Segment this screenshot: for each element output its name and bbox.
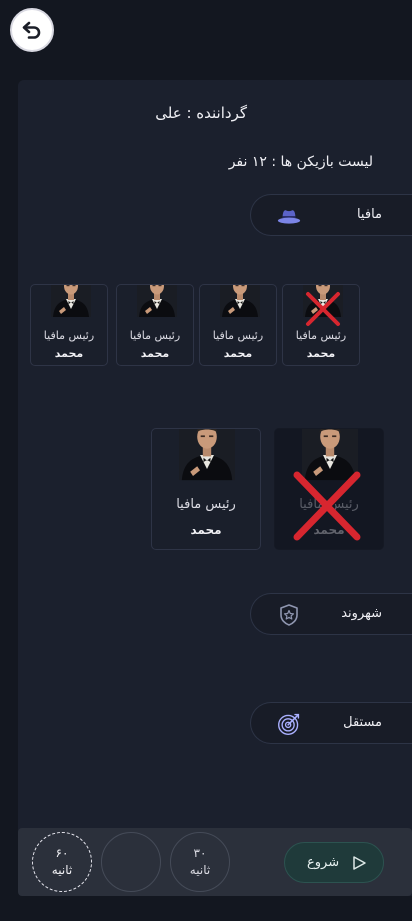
player-role: رئیس مافیا bbox=[295, 329, 347, 342]
mafia-avatar-image bbox=[51, 284, 91, 317]
player-card[interactable]: رئیس مافیا محمد bbox=[151, 428, 261, 550]
player-card[interactable]: رئیس مافیا محمد bbox=[199, 284, 277, 366]
player-role: رئیس مافیا bbox=[129, 329, 181, 342]
timer-empty-button[interactable] bbox=[101, 832, 161, 892]
team-tab-label: شهروند bbox=[341, 606, 382, 621]
player-name: محمد bbox=[140, 347, 170, 360]
eliminated-x-icon bbox=[306, 292, 340, 326]
eliminated-x-icon bbox=[293, 471, 361, 541]
start-button[interactable]: شروع bbox=[284, 842, 384, 883]
fedora-hat-icon bbox=[277, 204, 301, 228]
start-label: شروع bbox=[307, 855, 340, 870]
timer-unit: ثانیه bbox=[51, 863, 73, 877]
mafia-avatar-image bbox=[220, 284, 260, 317]
player-role: رئیس مافیا bbox=[176, 497, 236, 512]
timer-60-button[interactable]: ۶۰ ثانیه bbox=[32, 832, 92, 892]
player-card[interactable]: رئیس مافیا محمد bbox=[116, 284, 194, 366]
undo-arrow-icon bbox=[22, 21, 41, 39]
player-name: محمد bbox=[306, 347, 336, 360]
narrator-label: گرداننده : علی bbox=[155, 104, 247, 122]
player-name: محمد bbox=[190, 523, 222, 537]
mafia-avatar-image bbox=[137, 284, 177, 317]
team-tab-citizen[interactable]: شهروند bbox=[250, 593, 412, 635]
team-tab-label: مستقل bbox=[343, 715, 382, 730]
team-tab-independent[interactable]: مستقل bbox=[250, 702, 412, 744]
play-icon bbox=[353, 856, 366, 870]
player-role: رئیس مافیا bbox=[212, 329, 264, 342]
timer-value: ۳۰ bbox=[193, 846, 207, 860]
timer-value: ۶۰ bbox=[55, 846, 69, 860]
team-tab-mafia[interactable]: مافیا bbox=[250, 194, 412, 236]
police-badge-icon bbox=[277, 603, 301, 627]
player-card[interactable]: رئیس مافیا محمد bbox=[282, 284, 360, 366]
timer-30-button[interactable]: ۳۰ ثانیه bbox=[170, 832, 230, 892]
player-card-eliminated[interactable]: رئیس مافیا محمد bbox=[274, 428, 384, 550]
player-name: محمد bbox=[54, 347, 84, 360]
target-icon bbox=[277, 712, 301, 736]
timer-unit: ثانیه bbox=[189, 863, 211, 877]
mafia-avatar-image bbox=[179, 428, 235, 482]
player-role: رئیس مافیا bbox=[43, 329, 95, 342]
team-tab-label: مافیا bbox=[356, 207, 382, 222]
player-name: محمد bbox=[223, 347, 253, 360]
back-button[interactable] bbox=[10, 8, 54, 52]
player-card[interactable]: رئیس مافیا محمد bbox=[30, 284, 108, 366]
players-count-label: لیست بازیکن ها : ۱۲ نفر bbox=[228, 154, 373, 170]
